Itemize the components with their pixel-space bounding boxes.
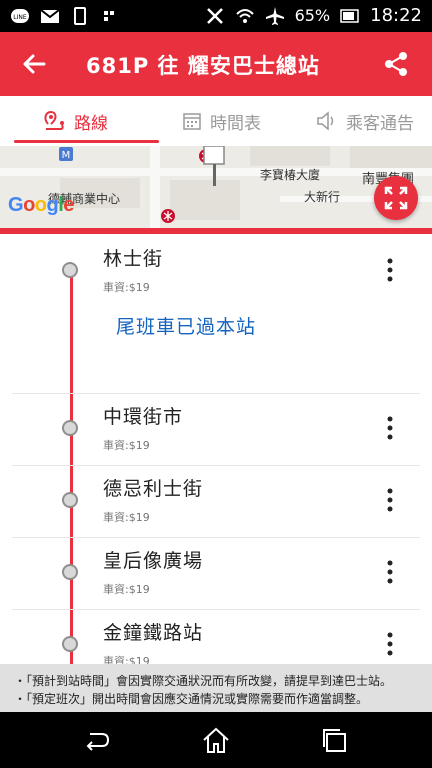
more-options-icon[interactable] (380, 414, 400, 442)
calendar-icon (183, 113, 201, 130)
tab-notices-label: 乘客通告 (346, 113, 414, 134)
back-nav-icon[interactable] (82, 726, 112, 754)
tab-route-label: 路線 (74, 113, 108, 134)
system-nav-bar (0, 712, 432, 768)
tab-bar: 路線 時間表 乘客通告 (0, 96, 432, 146)
stop-name: 德忌利士街 (103, 478, 204, 500)
map-building (350, 146, 432, 168)
stop-dot (62, 636, 78, 652)
stop-item[interactable]: 德忌利士街 車資:$19 (0, 466, 432, 538)
stop-dot (62, 420, 78, 436)
tab-route[interactable]: 路線 (42, 96, 108, 146)
app-bar: 681P 往 耀安巴士總站 (0, 32, 432, 96)
active-tab-indicator (14, 140, 159, 143)
map-road (150, 146, 160, 228)
stop-fare: 車資:$19 (103, 655, 150, 664)
map-label: 大新行 (304, 190, 341, 204)
share-icon[interactable] (382, 50, 410, 78)
settings-notification-icon (104, 11, 114, 21)
expand-map-icon[interactable] (374, 176, 418, 220)
screen: LINE 65% 18:22 681P 往 耀安巴士總站 路線 時間表 乘客通告… (0, 0, 432, 768)
stop-fare: 車資:$19 (103, 511, 150, 524)
stop-dot (62, 564, 78, 580)
battery-percent: 65% (294, 6, 331, 25)
stop-name: 中環街市 (103, 406, 184, 428)
route-icon (44, 110, 64, 130)
stop-fare: 車資:$19 (103, 439, 150, 452)
status-bar: LINE 65% 18:22 (0, 0, 432, 32)
stop-name: 林士街 (103, 248, 164, 270)
tab-notices[interactable]: 乘客通告 (316, 96, 414, 146)
airplane-icon (265, 6, 284, 25)
tab-timetable-label: 時間表 (210, 113, 261, 134)
gmail-icon (40, 9, 60, 23)
phone-notification-icon (74, 7, 86, 25)
svg-text:M: M (62, 150, 71, 161)
tab-timetable[interactable]: 時間表 (182, 96, 261, 146)
svg-text:LINE: LINE (13, 14, 27, 21)
stop-item[interactable]: 中環街市 車資:$19 (0, 394, 432, 466)
last-bus-passed-notice: 尾班車已過本站 (116, 316, 257, 338)
speaker-icon (317, 111, 334, 131)
clock: 18:22 (370, 5, 422, 26)
stop-item[interactable]: 金鐘鐵路站 車資:$19 (0, 610, 432, 664)
map-view[interactable]: M 李寶椿大廈 大新行 南豐集團 德輔商業中心 Google (0, 146, 432, 228)
mtr-icon (161, 209, 175, 223)
stop-name: 皇后像廣場 (103, 550, 204, 572)
back-arrow-icon[interactable] (18, 48, 50, 80)
more-options-icon[interactable] (380, 558, 400, 586)
google-logo: Google (8, 194, 74, 216)
more-options-icon[interactable] (380, 486, 400, 514)
stop-fare: 車資:$19 (103, 281, 150, 294)
metro-icon: M (59, 147, 73, 161)
stop-fare: 車資:$19 (103, 583, 150, 596)
map-building (250, 146, 330, 166)
map-label: 李寶椿大廈 (260, 168, 321, 182)
stop-dot (62, 492, 78, 508)
notice-footer: ・「預計到站時間」會因實際交通狀況而有所改變，請提早到達巴士站。 ・「預定班次」… (0, 664, 432, 712)
notice-line: ・「預定班次」開出時間會因應交通情況或實際需要而作適當調整。 (14, 692, 369, 706)
more-options-icon[interactable] (380, 630, 400, 658)
bus-stop-marker-icon[interactable] (200, 146, 228, 188)
notice-line: ・「預計到站時間」會因實際交通狀況而有所改變，請提早到達巴士站。 (14, 674, 393, 688)
stop-item[interactable]: 林士街 車資:$19 尾班車已過本站 (0, 234, 432, 394)
stop-dot (62, 262, 78, 278)
wifi-icon (235, 8, 254, 23)
battery-icon (340, 8, 359, 23)
line-app-icon: LINE (11, 9, 29, 23)
route-stop-list[interactable]: 林士街 車資:$19 尾班車已過本站 中環街市 車資:$19 德忌利士街 車資:… (0, 234, 432, 664)
route-title: 681P 往 耀安巴士總站 (86, 54, 320, 78)
nfc-icon (206, 7, 223, 24)
more-options-icon[interactable] (380, 256, 400, 284)
stop-item[interactable]: 皇后像廣場 車資:$19 (0, 538, 432, 610)
recent-apps-icon[interactable] (320, 726, 350, 754)
stop-name: 金鐘鐵路站 (103, 622, 204, 644)
home-nav-icon[interactable] (201, 726, 231, 754)
